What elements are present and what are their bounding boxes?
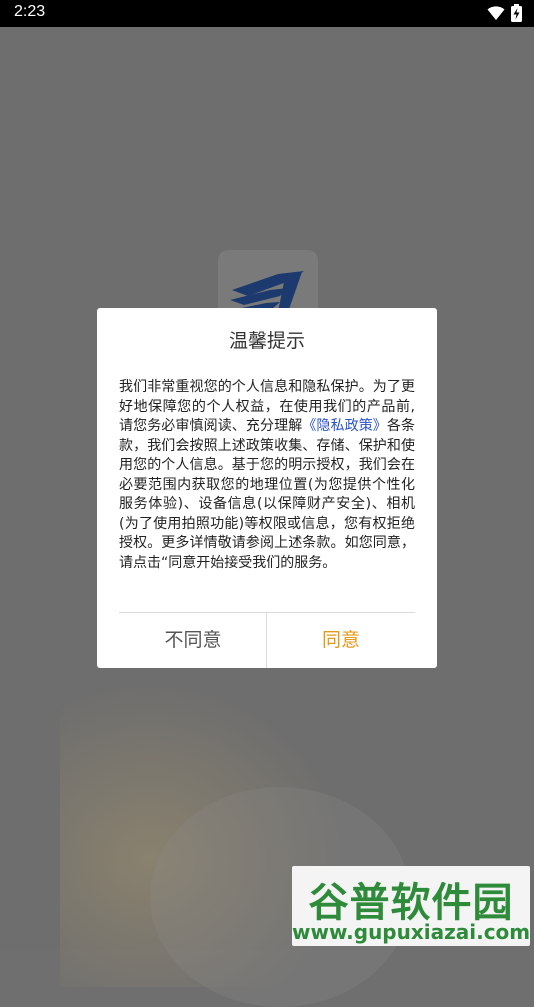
dialog-body: 我们非常重视您的个人信息和隐私保护。为了更好地保障您的个人权益，在使用我们的产品… bbox=[119, 378, 415, 573]
battery-charging-icon bbox=[511, 4, 522, 22]
privacy-policy-link[interactable]: 《隐私政策》 bbox=[302, 418, 387, 434]
dialog-title: 温馨提示 bbox=[228, 330, 305, 352]
status-icons bbox=[487, 4, 522, 22]
dialog-body-text-continued: 各条款，我们会按照上述政策收集、存储、保护和使用您的个人信息。基于您的明示授权，… bbox=[119, 418, 416, 571]
disagree-button[interactable]: 不同意 bbox=[119, 613, 267, 668]
agree-button[interactable]: 同意 bbox=[267, 613, 415, 668]
watermark-url: www.gupuxiazai.com bbox=[292, 920, 531, 944]
status-time: 2:23 bbox=[14, 3, 46, 20]
site-watermark: 谷普软件园 www.gupuxiazai.com bbox=[292, 866, 530, 946]
privacy-dialog: 温馨提示 我们非常重视您的个人信息和隐私保护。为了更好地保障您的个人权益，在使用… bbox=[97, 308, 437, 668]
status-bar: 2:23 bbox=[0, 0, 534, 27]
wifi-icon bbox=[487, 6, 505, 20]
